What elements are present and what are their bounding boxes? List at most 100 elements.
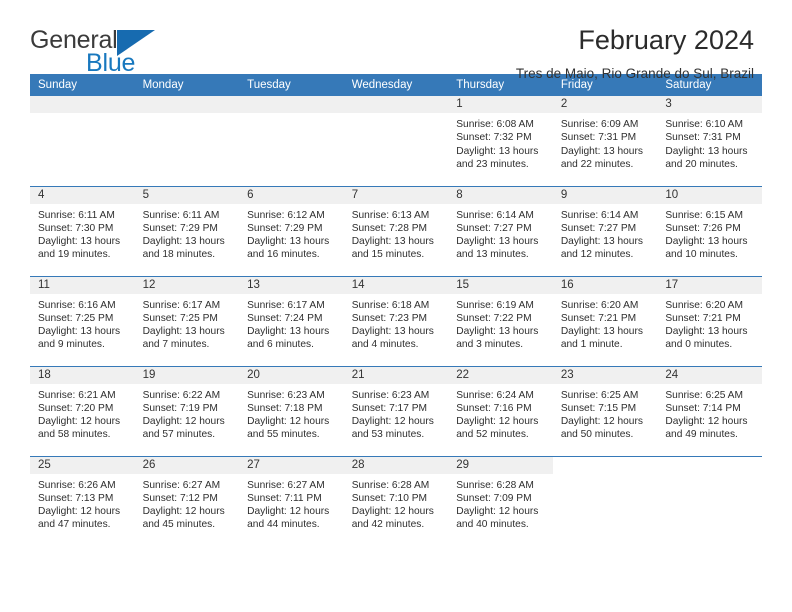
calendar-day-cell[interactable]: 18 Sunrise: 6:21 AM Sunset: 7:20 PM Dayligh… <box>30 366 135 457</box>
daylight-duration-line2: and 53 minutes. <box>351 429 425 441</box>
general-blue-logo[interactable]: General Blue <box>30 24 155 76</box>
calendar-day-cell[interactable]: 13 Sunrise: 6:17 AM Sunset: 7:24 PM Dayligh… <box>239 276 344 367</box>
sun-info: Sunrise: 6:09 AM Sunset: 7:31 PM Daylight:… <box>553 113 658 171</box>
sunset-time: Sunset: 7:23 PM <box>351 312 428 324</box>
calendar-empty-cell <box>134 96 240 187</box>
calendar-day-cell[interactable]: 9 Sunrise: 6:14 AM Sunset: 7:27 PM Daylight… <box>552 186 658 277</box>
sunrise-time: Sunrise: 6:26 AM <box>38 479 116 491</box>
sun-info: Sunrise: 6:14 AM Sunset: 7:27 PM Daylight:… <box>448 204 553 262</box>
sunrise-time: Sunrise: 6:27 AM <box>142 479 221 491</box>
calendar-day-cell[interactable]: 6 Sunrise: 6:12 AM Sunset: 7:29 PM Daylight… <box>239 186 344 277</box>
daylight-duration-line2: and 16 minutes. <box>247 249 320 261</box>
day-number: 8 <box>448 186 553 204</box>
calendar-day-cell[interactable]: 27 Sunrise: 6:27 AM Sunset: 7:11 PM Dayligh… <box>239 456 344 546</box>
calendar-day-cell[interactable]: 21 Sunrise: 6:23 AM Sunset: 7:17 PM Dayligh… <box>343 366 449 457</box>
sunset-time: Sunset: 7:30 PM <box>38 222 114 234</box>
day-number: 18 <box>30 366 135 384</box>
day-cell-inner: 20 Sunrise: 6:23 AM Sunset: 7:18 PM Dayligh… <box>239 366 344 455</box>
day-number: 21 <box>343 366 449 384</box>
day-number: 10 <box>657 186 762 204</box>
calendar-table: Sunday Monday Tuesday Wednesday Thursday… <box>30 74 762 546</box>
calendar-day-cell[interactable]: 15 Sunrise: 6:19 AM Sunset: 7:22 PM Dayligh… <box>448 276 553 367</box>
sun-info: Sunrise: 6:18 AM Sunset: 7:23 PM Daylight:… <box>344 294 449 352</box>
sunrise-time: Sunrise: 6:22 AM <box>142 389 221 401</box>
calendar-day-cell[interactable]: 23 Sunrise: 6:25 AM Sunset: 7:15 PM Dayligh… <box>552 366 658 457</box>
calendar-day-cell[interactable]: 28 Sunrise: 6:28 AM Sunset: 7:10 PM Dayligh… <box>343 456 449 546</box>
calendar-day-cell[interactable]: 22 Sunrise: 6:24 AM Sunset: 7:16 PM Dayligh… <box>448 366 553 457</box>
calendar-day-cell[interactable]: 2 Sunrise: 6:09 AM Sunset: 7:31 PM Daylight… <box>552 96 658 187</box>
daylight-duration-line1: Daylight: 13 hours <box>665 145 748 157</box>
day-cell-inner: 2 Sunrise: 6:09 AM Sunset: 7:31 PM Daylight… <box>552 96 658 184</box>
sunset-time: Sunset: 7:13 PM <box>38 492 114 504</box>
day-number <box>552 456 658 474</box>
calendar-day-cell[interactable]: 5 Sunrise: 6:11 AM Sunset: 7:29 PM Daylight… <box>134 186 240 277</box>
calendar-day-cell[interactable]: 3 Sunrise: 6:10 AM Sunset: 7:31 PM Daylight… <box>657 96 762 187</box>
calendar-day-cell[interactable]: 24 Sunrise: 6:25 AM Sunset: 7:14 PM Dayligh… <box>657 366 762 457</box>
sunset-time: Sunset: 7:26 PM <box>665 222 741 234</box>
sun-info: Sunrise: 6:24 AM Sunset: 7:16 PM Daylight:… <box>448 384 553 442</box>
calendar-day-cell[interactable]: 12 Sunrise: 6:17 AM Sunset: 7:25 PM Dayligh… <box>134 276 240 367</box>
day-number: 28 <box>343 456 449 474</box>
calendar-day-cell[interactable]: 8 Sunrise: 6:14 AM Sunset: 7:27 PM Daylight… <box>448 186 553 277</box>
day-number: 6 <box>239 186 344 204</box>
calendar-day-cell[interactable]: 10 Sunrise: 6:15 AM Sunset: 7:26 PM Dayligh… <box>657 186 762 277</box>
day-cell-inner: 8 Sunrise: 6:14 AM Sunset: 7:27 PM Daylight… <box>448 186 553 275</box>
calendar-day-cell[interactable]: 20 Sunrise: 6:23 AM Sunset: 7:18 PM Dayligh… <box>239 366 344 457</box>
daylight-duration-line1: Daylight: 13 hours <box>456 326 539 338</box>
sunrise-time: Sunrise: 6:23 AM <box>247 389 325 401</box>
day-cell-inner: 11 Sunrise: 6:16 AM Sunset: 7:25 PM Dayligh… <box>30 276 135 365</box>
daylight-duration-line1: Daylight: 13 hours <box>560 236 643 248</box>
sunset-time: Sunset: 7:16 PM <box>456 402 532 414</box>
daylight-duration-line1: Daylight: 13 hours <box>38 326 121 338</box>
daylight-duration-line2: and 52 minutes. <box>456 429 529 441</box>
day-number: 3 <box>657 96 762 113</box>
calendar-day-cell[interactable]: 14 Sunrise: 6:18 AM Sunset: 7:23 PM Dayligh… <box>343 276 449 367</box>
daylight-duration-line2: and 50 minutes. <box>560 429 634 441</box>
daylight-duration-line1: Daylight: 13 hours <box>142 326 225 338</box>
daylight-duration-line2: and 40 minutes. <box>456 519 529 531</box>
sun-info: Sunrise: 6:11 AM Sunset: 7:30 PM Daylight:… <box>30 204 135 262</box>
day-number: 14 <box>343 276 449 294</box>
sunset-time: Sunset: 7:09 PM <box>456 492 532 504</box>
calendar-day-cell[interactable]: 26 Sunrise: 6:27 AM Sunset: 7:12 PM Dayligh… <box>134 456 240 546</box>
daylight-duration-line2: and 7 minutes. <box>142 339 210 351</box>
calendar-day-cell[interactable]: 19 Sunrise: 6:22 AM Sunset: 7:19 PM Dayligh… <box>134 366 240 457</box>
day-cell-inner: 25 Sunrise: 6:26 AM Sunset: 7:13 PM Dayligh… <box>30 456 135 545</box>
daylight-duration-line2: and 10 minutes. <box>665 249 738 261</box>
calendar-day-cell[interactable]: 25 Sunrise: 6:26 AM Sunset: 7:13 PM Dayligh… <box>30 456 135 546</box>
day-number: 29 <box>448 456 553 474</box>
sunrise-time: Sunrise: 6:28 AM <box>351 479 430 491</box>
calendar-body: 1 Sunrise: 6:08 AM Sunset: 7:32 PM Daylight… <box>30 96 762 546</box>
calendar-empty-cell <box>657 456 762 546</box>
calendar-page: General Blue February 2024 Tres de Maio,… <box>0 0 792 612</box>
calendar-day-cell[interactable]: 17 Sunrise: 6:20 AM Sunset: 7:21 PM Dayligh… <box>657 276 762 367</box>
day-cell-inner: 21 Sunrise: 6:23 AM Sunset: 7:17 PM Dayligh… <box>343 366 449 455</box>
daylight-duration-line1: Daylight: 12 hours <box>560 416 643 428</box>
sunrise-time: Sunrise: 6:13 AM <box>351 209 430 221</box>
calendar-day-cell[interactable]: 16 Sunrise: 6:20 AM Sunset: 7:21 PM Dayligh… <box>552 276 658 367</box>
daylight-duration-line1: Daylight: 12 hours <box>351 416 434 428</box>
calendar-day-cell[interactable]: 11 Sunrise: 6:16 AM Sunset: 7:25 PM Dayligh… <box>30 276 135 367</box>
sun-info: Sunrise: 6:10 AM Sunset: 7:31 PM Daylight:… <box>657 113 762 171</box>
page-title: February 2024 <box>578 25 754 55</box>
daylight-duration-line2: and 3 minutes. <box>456 339 524 351</box>
sun-info: Sunrise: 6:27 AM Sunset: 7:12 PM Daylight:… <box>135 474 240 532</box>
sunset-time: Sunset: 7:19 PM <box>142 402 218 414</box>
daylight-duration-line1: Daylight: 13 hours <box>351 326 434 338</box>
calendar-day-cell[interactable]: 29 Sunrise: 6:28 AM Sunset: 7:09 PM Dayligh… <box>448 456 553 546</box>
day-number <box>657 456 762 474</box>
sunset-time: Sunset: 7:29 PM <box>247 222 323 234</box>
day-number: 12 <box>134 276 240 294</box>
sun-info: Sunrise: 6:11 AM Sunset: 7:29 PM Daylight:… <box>135 204 240 262</box>
calendar-day-cell[interactable]: 1 Sunrise: 6:08 AM Sunset: 7:32 PM Daylight… <box>448 96 553 187</box>
calendar-day-cell[interactable]: 4 Sunrise: 6:11 AM Sunset: 7:30 PM Daylight… <box>30 186 135 277</box>
day-number <box>239 96 344 113</box>
sunrise-time: Sunrise: 6:25 AM <box>665 389 743 401</box>
sunset-time: Sunset: 7:17 PM <box>351 402 428 414</box>
sun-info: Sunrise: 6:21 AM Sunset: 7:20 PM Daylight:… <box>30 384 135 442</box>
daylight-duration-line2: and 58 minutes. <box>38 429 111 441</box>
sun-info: Sunrise: 6:22 AM Sunset: 7:19 PM Daylight:… <box>135 384 240 442</box>
daylight-duration-line2: and 12 minutes. <box>560 249 634 261</box>
day-cell-inner: 12 Sunrise: 6:17 AM Sunset: 7:25 PM Dayligh… <box>134 276 240 365</box>
calendar-day-cell[interactable]: 7 Sunrise: 6:13 AM Sunset: 7:28 PM Daylight… <box>343 186 449 277</box>
